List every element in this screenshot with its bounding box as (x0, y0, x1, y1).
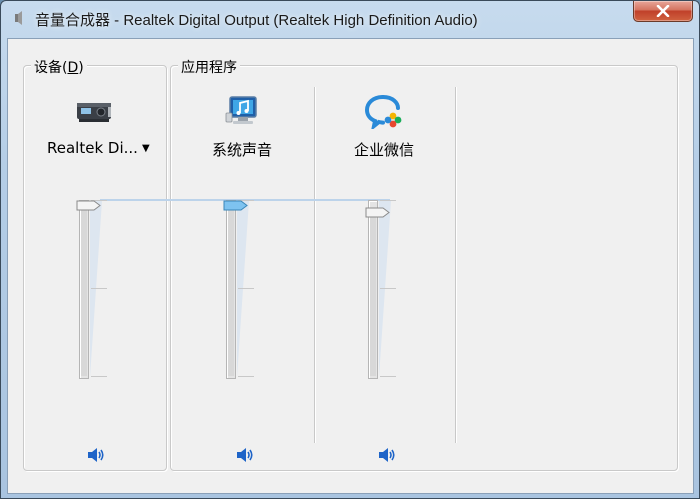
volume-mixer-window: 音量合成器 - Realtek Digital Output (Realtek … (0, 0, 700, 499)
wecom-icon (364, 95, 402, 129)
slider-track (368, 200, 378, 379)
close-button[interactable] (633, 1, 693, 22)
slider-tick (380, 288, 396, 289)
window-title: 音量合成器 - Realtek Digital Output (Realtek … (35, 12, 478, 29)
column-divider (455, 87, 457, 443)
wecom-volume-slider[interactable] (365, 200, 428, 420)
mute-speaker-icon[interactable] (234, 445, 256, 465)
slider-thumb[interactable] (223, 200, 248, 211)
system-sounds-channel: 系统声音 (172, 87, 312, 462)
title-bar[interactable]: 音量合成器 - Realtek Digital Output (Realtek … (1, 1, 699, 35)
wecom-label: 企业微信 (353, 141, 414, 159)
applications-group-label: 应用程序 (178, 57, 240, 77)
volume-wedge (379, 201, 391, 377)
slider-fill (81, 210, 87, 376)
slider-track (226, 200, 236, 379)
slider-tick (238, 288, 254, 289)
device-channel: Realtek Di... ▼ (25, 87, 165, 462)
slider-fill (228, 210, 234, 376)
device-selector-button[interactable]: Realtek Di... ▼ (47, 139, 150, 157)
slider-tick (380, 376, 396, 377)
close-icon (656, 5, 670, 17)
device-group-label: 设备(D) (31, 57, 87, 77)
mixer-client-area: 设备(D) 应用程序 Realtek Di... ▼ 系统声音 企业微信 (7, 38, 694, 494)
speaker-icon (15, 11, 22, 25)
slider-tick (380, 200, 396, 201)
volume-wedge (237, 201, 249, 377)
mute-speaker-icon[interactable] (376, 445, 398, 465)
device-volume-slider[interactable] (76, 200, 139, 420)
slider-track (79, 200, 89, 379)
system-sounds-icon (225, 96, 257, 124)
volume-wedge (90, 201, 102, 377)
slider-thumb[interactable] (76, 200, 101, 211)
wecom-channel: 企业微信 (314, 87, 454, 462)
slider-thumb[interactable] (365, 207, 390, 218)
slider-tick (91, 288, 107, 289)
system-sounds-label: 系统声音 (211, 141, 272, 159)
slider-tick (238, 376, 254, 377)
slider-tick (91, 376, 107, 377)
system-sounds-volume-slider[interactable] (223, 200, 286, 420)
speaker-device-icon (77, 103, 111, 122)
mute-speaker-icon[interactable] (85, 445, 107, 465)
slider-fill (370, 217, 376, 376)
